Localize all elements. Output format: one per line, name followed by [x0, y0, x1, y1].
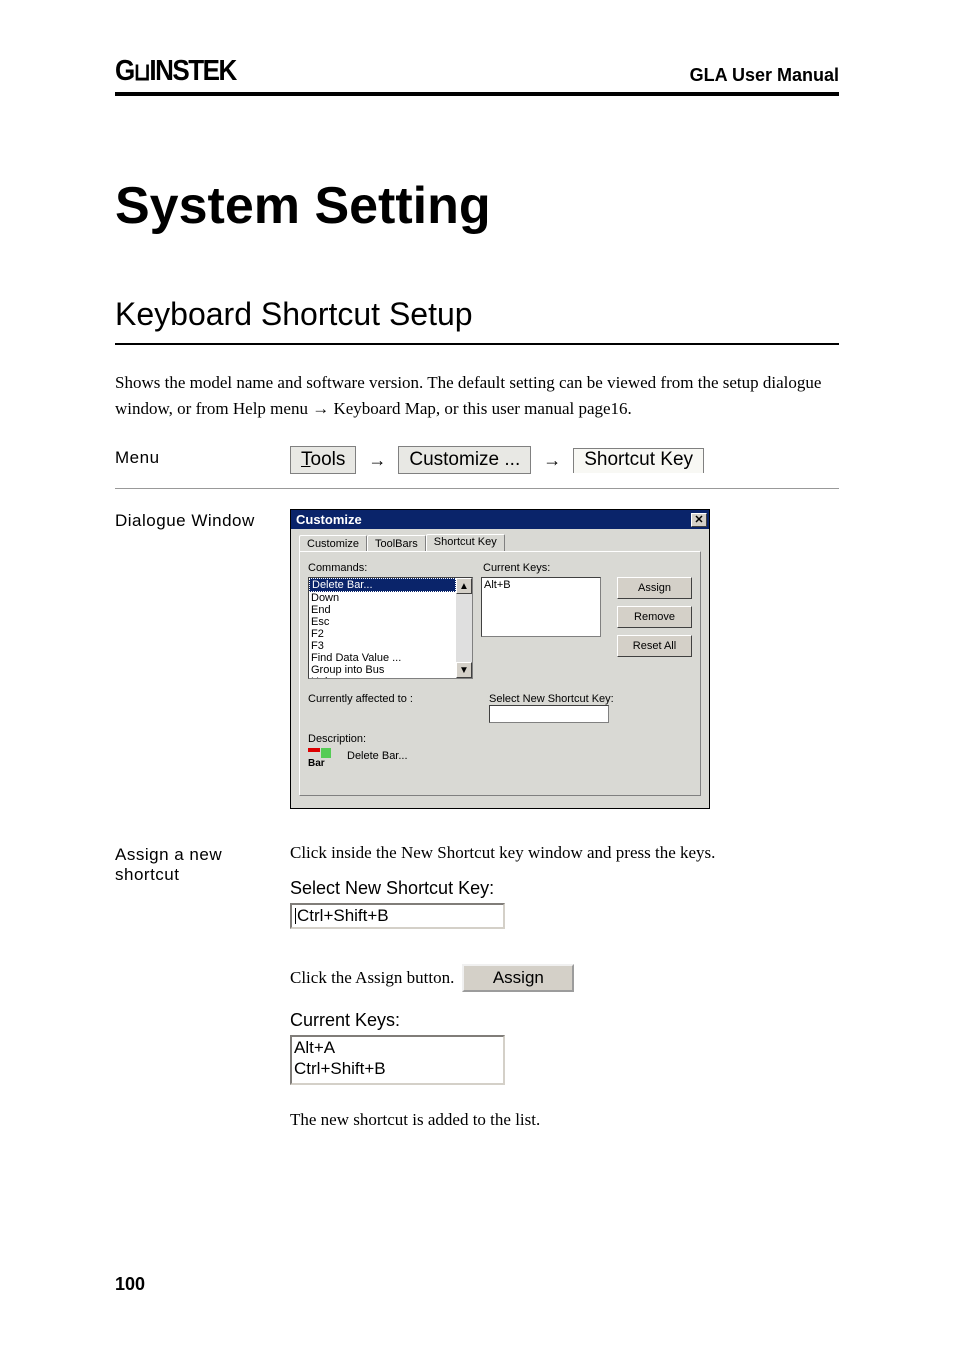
arrow-icon: → [543, 450, 561, 471]
close-icon[interactable]: ✕ [691, 513, 707, 527]
current-keys-label: Current Keys: [483, 562, 550, 574]
manual-title: GLA User Manual [690, 65, 839, 86]
step1-text: Click inside the New Shortcut key window… [290, 843, 839, 863]
new-shortcut-input[interactable] [489, 705, 609, 723]
commands-listbox[interactable]: Delete Bar... Down End Esc F2 F3 Find Da… [308, 577, 473, 679]
current-keys-label-large: Current Keys: [290, 1010, 839, 1031]
current-keys-listbox[interactable]: Alt+B [481, 577, 601, 637]
intro-paragraph: Shows the model name and software versio… [115, 370, 839, 421]
customize-menu[interactable]: Customize ... [398, 446, 531, 474]
select-new-label: Select New Shortcut Key: [489, 693, 614, 705]
scroll-down-icon[interactable]: ▼ [456, 662, 472, 678]
brand-logo: G⊔INSTEK [115, 53, 236, 87]
list-item[interactable]: F2 [309, 628, 456, 640]
tab-toolbars[interactable]: ToolBars [367, 535, 426, 552]
list-item[interactable]: Alt+A [294, 1037, 501, 1058]
assign-row: Assign a new shortcut Click inside the N… [115, 843, 839, 1144]
new-shortcut-field[interactable]: Ctrl+Shift+B [290, 903, 505, 929]
step3-text: The new shortcut is added to the list. [290, 1110, 839, 1130]
tab-shortcut-key[interactable]: Shortcut Key [426, 534, 505, 551]
list-item[interactable]: F3 [309, 640, 456, 652]
tab-customize[interactable]: Customize [299, 535, 367, 552]
customize-dialog: Customize ✕ Customize ToolBars Shortcut … [290, 509, 710, 809]
page-title: System Setting [115, 176, 839, 236]
assign-label: Assign a new shortcut [115, 843, 290, 885]
description-label: Description: [308, 733, 692, 745]
list-item[interactable]: Down [309, 592, 456, 604]
reset-all-button[interactable]: Reset All [617, 635, 692, 657]
tools-menu[interactable]: Tools [290, 446, 356, 474]
list-item[interactable]: End [309, 604, 456, 616]
assign-button[interactable]: Assign [617, 577, 692, 599]
arrow-icon: → [368, 450, 386, 471]
affected-label: Currently affected to : [308, 693, 481, 705]
description-text: Delete Bar... [347, 750, 408, 762]
dialog-titlebar: Customize ✕ [291, 510, 709, 529]
section-title: Keyboard Shortcut Setup [115, 296, 839, 345]
page-header: G⊔INSTEK GLA User Manual [115, 55, 839, 96]
select-new-shortcut-label: Select New Shortcut Key: [290, 878, 839, 899]
menu-path: Tools → Customize ... → Shortcut Key [290, 446, 839, 474]
list-item[interactable]: Alt+B [484, 579, 598, 591]
page-number: 100 [115, 1274, 145, 1295]
shortcut-key-tab[interactable]: Shortcut Key [573, 448, 704, 473]
menu-label: Menu [115, 446, 290, 468]
scrollbar[interactable]: ▲ ▼ [456, 578, 472, 678]
remove-button[interactable]: Remove [617, 606, 692, 628]
list-item[interactable]: Help [309, 676, 456, 679]
assign-button-large[interactable]: Assign [462, 964, 574, 992]
step2-text: Click the Assign button. [290, 968, 454, 988]
dialogue-label: Dialogue Window [115, 509, 290, 531]
list-item[interactable]: Ctrl+Shift+B [294, 1058, 501, 1079]
current-keys-listbox-large[interactable]: Alt+A Ctrl+Shift+B [290, 1035, 505, 1085]
list-item[interactable]: Delete Bar... [309, 578, 456, 592]
list-item[interactable]: Esc [309, 616, 456, 628]
list-item[interactable]: Find Data Value ... [309, 652, 456, 664]
menu-row: Menu Tools → Customize ... → Shortcut Ke… [115, 446, 839, 489]
commands-label: Commands: [308, 562, 483, 574]
scroll-up-icon[interactable]: ▲ [456, 578, 472, 594]
dialog-title: Customize [296, 512, 362, 527]
tab-panel: Commands: Current Keys: Delete Bar... Do… [299, 551, 701, 796]
dialogue-row: Dialogue Window Customize ✕ Customize To… [115, 509, 839, 823]
list-item[interactable]: Group into Bus [309, 664, 456, 676]
delete-bar-icon: Bar [308, 748, 334, 764]
dialog-tabs: Customize ToolBars Shortcut Key [299, 534, 701, 551]
